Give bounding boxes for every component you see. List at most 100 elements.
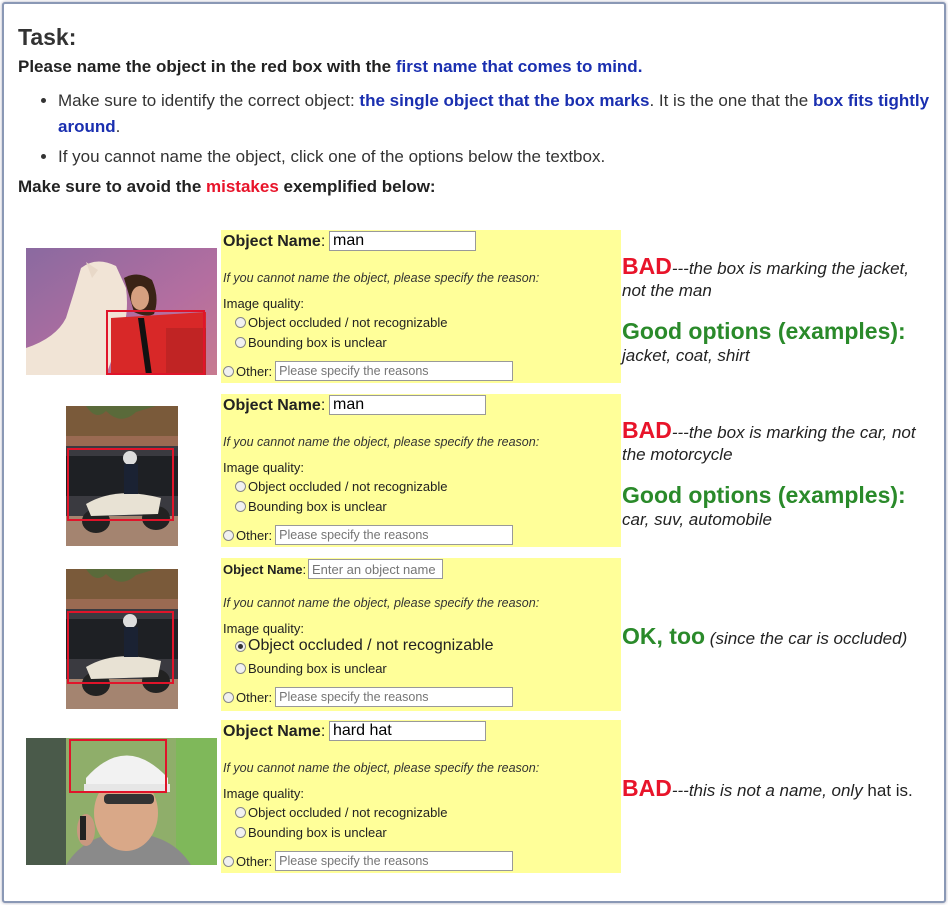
other-label: Other:: [236, 363, 273, 379]
radio-button[interactable]: [223, 691, 234, 703]
verdict-text-tail: hat is.: [862, 781, 913, 800]
rule-highlight: the single object that the box marks: [359, 91, 650, 110]
verdict-tag: BAD: [622, 253, 672, 279]
radio-button[interactable]: [235, 337, 246, 348]
radio-button[interactable]: [223, 529, 234, 541]
rule-text: .: [115, 117, 121, 136]
other-reason-input[interactable]: [275, 687, 514, 707]
task-title: Task:: [18, 24, 77, 50]
other-row: Other:: [223, 687, 514, 707]
good-options-heading: Good options (examples):: [622, 318, 906, 344]
colon: :: [320, 397, 326, 414]
image-quality-label: Image quality:: [223, 786, 304, 801]
object-name-input[interactable]: [329, 395, 486, 415]
verdict-tag: BAD: [622, 775, 672, 801]
radio-button-selected[interactable]: [235, 640, 246, 652]
object-name-input[interactable]: [308, 559, 443, 579]
bounding-box: [67, 448, 174, 521]
option-label: Object occluded / not recognizable: [248, 805, 448, 820]
radio-button[interactable]: [235, 501, 246, 512]
colon: :: [320, 233, 326, 250]
option-occluded[interactable]: Object occluded / not recognizable: [235, 805, 447, 820]
radio-button[interactable]: [235, 827, 246, 838]
other-reason-input[interactable]: [275, 851, 514, 871]
option-label: Bounding box is unclear: [248, 499, 387, 514]
avoid-highlight: mistakes: [206, 177, 279, 196]
other-reason-input[interactable]: [275, 525, 514, 545]
avoid-heading: Make sure to avoid the mistakes exemplif…: [18, 177, 436, 197]
rule-item: Make sure to identify the correct object…: [58, 88, 938, 140]
other-row: Other:: [223, 851, 514, 871]
option-occluded[interactable]: Object occluded / not recognizable: [235, 637, 493, 655]
object-name-row: Object Name:: [223, 233, 325, 251]
bounding-box: [69, 739, 167, 793]
rules-list: Make sure to identify the correct object…: [18, 88, 938, 174]
verdict-tag: OK, too: [622, 623, 706, 649]
option-bbox-unclear[interactable]: Bounding box is unclear: [235, 825, 387, 840]
verdict-text: ---this is not a name, only: [671, 781, 863, 800]
reason-hint: If you cannot name the object, please sp…: [223, 761, 540, 775]
object-name-row: Object Name:: [223, 397, 325, 415]
image-quality-label: Image quality:: [223, 296, 304, 311]
verdict-2: BAD---the box is marking the car, not th…: [622, 419, 932, 531]
good-options-list: car, suv, automobile: [622, 510, 772, 529]
option-label: Object occluded / not recognizable: [248, 479, 448, 494]
option-occluded[interactable]: Object occluded / not recognizable: [235, 315, 447, 330]
other-row: Other:: [223, 361, 514, 381]
good-options: Good options (examples): car, suv, automo…: [622, 484, 932, 531]
man-with-helmet-photo: [26, 738, 217, 865]
reason-hint: If you cannot name the object, please sp…: [223, 596, 540, 610]
image-quality-label: Image quality:: [223, 460, 304, 475]
rule-text: . It is the one that the: [649, 91, 813, 110]
bounding-box: [106, 310, 205, 375]
option-label: Bounding box is unclear: [248, 661, 387, 676]
option-bbox-unclear[interactable]: Bounding box is unclear: [235, 335, 387, 350]
verdict-1: BAD---the box is marking the jacket, not…: [622, 255, 932, 367]
option-label: Object occluded / not recognizable: [248, 637, 494, 654]
object-name-input[interactable]: [329, 721, 486, 741]
bounding-box: [67, 611, 174, 684]
object-name-row: Object Name:: [223, 562, 306, 577]
radio-button[interactable]: [235, 481, 246, 492]
police-motorcycle-photo: [66, 406, 178, 546]
rule-item: If you cannot name the object, click one…: [58, 144, 938, 170]
option-bbox-unclear[interactable]: Bounding box is unclear: [235, 661, 387, 676]
object-name-row: Object Name:: [223, 723, 325, 741]
avoid-text: exemplified below:: [278, 177, 436, 196]
instruction-highlight: first name that comes to mind.: [395, 57, 643, 76]
example-form-2: Object Name: If you cannot name the obje…: [221, 394, 621, 547]
reason-hint: If you cannot name the object, please sp…: [223, 271, 540, 285]
horse-and-woman-photo: [26, 248, 217, 375]
rule-text: Make sure to identify the correct object…: [58, 91, 360, 110]
example-form-4: Object Name: If you cannot name the obje…: [221, 720, 621, 873]
other-reason-input[interactable]: [275, 361, 514, 381]
option-label: Bounding box is unclear: [248, 825, 387, 840]
option-bbox-unclear[interactable]: Bounding box is unclear: [235, 499, 387, 514]
object-name-label: Object Name: [223, 233, 321, 250]
option-label: Object occluded / not recognizable: [248, 315, 448, 330]
object-name-label: Object Name: [223, 397, 321, 414]
radio-button[interactable]: [235, 807, 246, 818]
radio-button[interactable]: [223, 855, 234, 867]
option-label: Bounding box is unclear: [248, 335, 387, 350]
verdict-4: BAD---this is not a name, only hat is.: [622, 777, 932, 802]
radio-button[interactable]: [235, 663, 246, 674]
reason-hint: If you cannot name the object, please sp…: [223, 435, 540, 449]
object-name-input[interactable]: [329, 231, 476, 251]
police-motorcycle-photo: [66, 569, 178, 709]
image-quality-label: Image quality:: [223, 621, 304, 636]
other-row: Other:: [223, 525, 514, 545]
option-occluded[interactable]: Object occluded / not recognizable: [235, 479, 447, 494]
task-instruction: Please name the object in the red box wi…: [18, 57, 642, 77]
example-form-1: Object Name: If you cannot name the obje…: [221, 230, 621, 383]
verdict-3: OK, too (since the car is occluded): [622, 625, 932, 650]
object-name-label: Object Name: [223, 723, 321, 740]
good-options: Good options (examples): jacket, coat, sh…: [622, 320, 932, 367]
other-label: Other:: [236, 689, 273, 705]
instruction-text: Please name the object in the red box wi…: [18, 57, 396, 76]
other-label: Other:: [236, 527, 273, 543]
avoid-text: Make sure to avoid the: [18, 177, 206, 196]
colon: :: [320, 723, 326, 740]
radio-button[interactable]: [223, 365, 234, 377]
radio-button[interactable]: [235, 317, 246, 328]
